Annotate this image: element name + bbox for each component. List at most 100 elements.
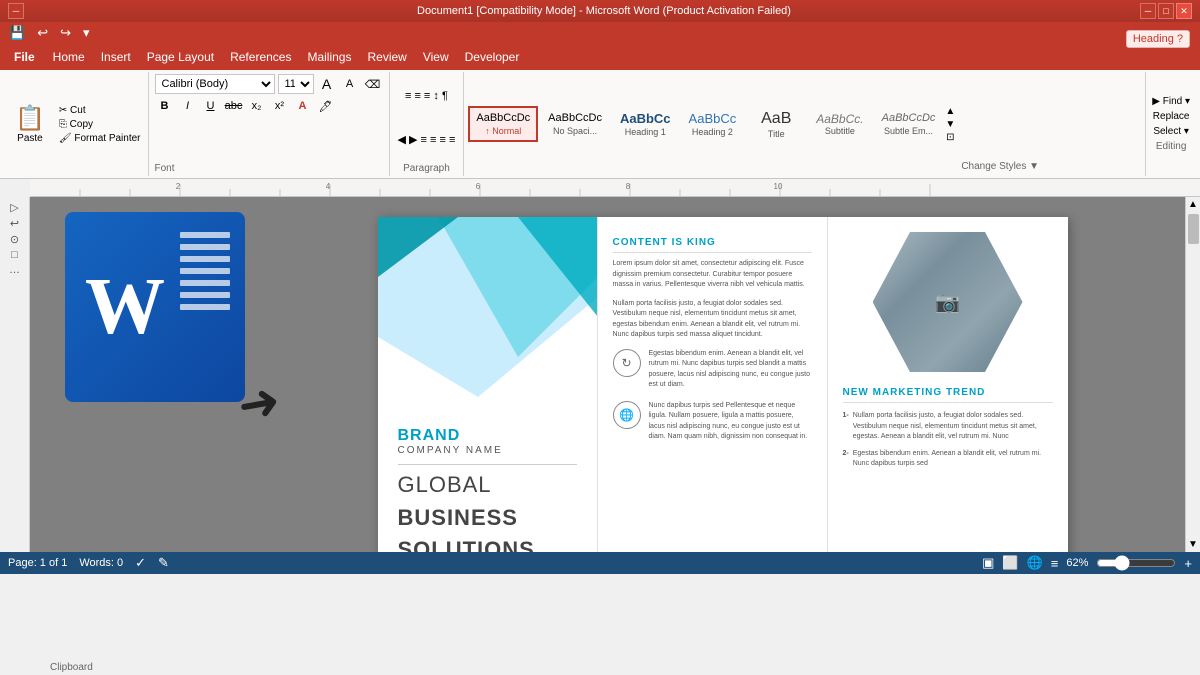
references-menu[interactable]: References — [222, 46, 299, 68]
style-normal[interactable]: AaBbCcDc ↑ Normal — [468, 106, 538, 141]
underline-btn[interactable]: U — [201, 96, 221, 116]
company-name: COMPANY NAME — [398, 445, 577, 456]
scroll-up-btn[interactable]: ▲ — [1188, 199, 1198, 210]
zoom-slider[interactable] — [1096, 558, 1176, 568]
left-panel-geo-top — [378, 217, 598, 417]
brochure-left-panel: BRAND COMPANY NAME GLOBAL BUSINESS SOLUT… — [378, 217, 598, 552]
paragraph-group: ≡ ≡ ≡ ↕ ¶ ◀ ▶ ≡ ≡ ≡ ≡ Paragraph — [390, 72, 465, 176]
mailings-menu[interactable]: Mailings — [299, 46, 359, 68]
view-fullscreen-btn[interactable]: ⬜ — [1002, 555, 1018, 571]
zoom-level: 62% — [1066, 557, 1088, 569]
minimize-window-btn[interactable]: ─ — [1140, 3, 1156, 19]
bold-btn[interactable]: B — [155, 96, 175, 116]
proofing-icon[interactable]: ✓ — [135, 555, 146, 571]
style-heading1[interactable]: AaBbCc Heading 1 — [612, 105, 679, 143]
shrink-font-btn[interactable]: A — [340, 74, 360, 94]
view-web-btn[interactable]: 🌐 — [1027, 555, 1043, 571]
feature-row-1: ↻ Egestas bibendum enim. Aenean a blandi… — [613, 349, 812, 391]
select-btn[interactable]: Select ▾ — [1153, 126, 1189, 137]
minimize-btn[interactable]: ─ — [8, 3, 24, 19]
style-heading2[interactable]: AaBbCc Heading 2 — [681, 105, 745, 143]
view-draft-btn[interactable]: ≡ — [1051, 556, 1059, 571]
left-sidebar-icon2[interactable]: ↩ — [10, 217, 19, 230]
subscript-btn[interactable]: x₂ — [247, 96, 267, 116]
marketing-divider — [843, 402, 1053, 403]
headline-global: GLOBAL — [398, 473, 577, 497]
right-scrollbar[interactable]: ▲ ▼ — [1185, 197, 1200, 552]
view-print-btn[interactable]: ▣ — [982, 555, 994, 571]
style-title[interactable]: AaB Title — [746, 103, 806, 144]
brochure-right-panel: 📷 NEW MARKETING TREND 1- Nullam porta fa… — [828, 217, 1068, 552]
status-bar: Page: 1 of 1 Words: 0 ✓ ✎ ▣ ⬜ 🌐 ≡ 62% + — [0, 552, 1200, 574]
home-menu[interactable]: Home — [45, 46, 93, 68]
page-layout-menu[interactable]: Page Layout — [139, 46, 222, 68]
view-menu[interactable]: View — [415, 46, 457, 68]
font-family-select[interactable]: Calibri (Body) — [155, 74, 275, 94]
svg-text:4: 4 — [326, 182, 331, 191]
hex-image: 📷 — [873, 232, 1023, 372]
style-scroll-up[interactable]: ▲ — [945, 106, 955, 117]
word-logo-overlay: W ➜ — [65, 212, 265, 412]
format-painter-btn[interactable]: 🖌 Format Painter — [56, 132, 144, 145]
paste-btn[interactable]: 📋 Paste — [8, 74, 52, 174]
superscript-btn[interactable]: x² — [270, 96, 290, 116]
content-para1: Lorem ipsum dolor sit amet, consectetur … — [613, 259, 812, 291]
content-divider — [613, 252, 812, 253]
customize-qa-btn[interactable]: ▾ — [80, 24, 93, 42]
developer-menu[interactable]: Developer — [457, 46, 528, 68]
zoom-in-btn[interactable]: + — [1184, 556, 1192, 571]
save-btn[interactable]: 💾 — [6, 24, 28, 42]
content-para2: Nullam porta facilisis justo, a feugiat … — [613, 299, 812, 341]
copy-btn[interactable]: ⎘ Copy — [56, 118, 144, 131]
content-section-title: CONTENT IS KING — [613, 237, 812, 248]
style-subtitle[interactable]: AaBbCc. Subtitle — [808, 106, 871, 142]
svg-text:2: 2 — [176, 182, 181, 191]
doc-area: ▷ ↩ ⊙ □ … W ➜ — [0, 197, 1200, 552]
file-menu[interactable]: File — [4, 46, 45, 68]
redo-btn[interactable]: ↪ — [57, 24, 74, 42]
strikethrough-btn[interactable]: abc — [224, 96, 244, 116]
review-menu[interactable]: Review — [359, 46, 414, 68]
text-color-btn[interactable]: A — [293, 96, 313, 116]
replace-btn[interactable]: Replace — [1153, 111, 1190, 122]
svg-text:10: 10 — [774, 182, 783, 191]
highlight-btn[interactable]: 🖊 — [316, 96, 336, 116]
scroll-down-btn[interactable]: ▼ — [1188, 539, 1198, 550]
brand-name: BRAND — [398, 427, 577, 445]
insert-menu[interactable]: Insert — [93, 46, 139, 68]
find-btn[interactable]: ▶ Find ▾ — [1152, 96, 1190, 107]
left-sidebar-icon4[interactable]: □ — [11, 249, 18, 261]
feature-icon-2: 🌐 — [613, 401, 641, 429]
paragraph-label: Paragraph — [403, 161, 450, 174]
style-no-spacing[interactable]: AaBbCcDc No Spaci... — [540, 106, 610, 141]
svg-text:6: 6 — [476, 182, 481, 191]
doc-canvas: W ➜ — [30, 197, 1185, 552]
page-status: Page: 1 of 1 — [8, 557, 67, 569]
font-size-select[interactable]: 11 — [278, 74, 314, 94]
maximize-window-btn[interactable]: □ — [1158, 3, 1174, 19]
brand-divider — [398, 464, 577, 465]
scroll-thumb[interactable] — [1188, 214, 1199, 244]
change-styles-btn[interactable]: ⊡ — [946, 132, 954, 143]
menu-bar: File Home Insert Page Layout References … — [0, 44, 1200, 70]
clear-format-btn[interactable]: ⌫ — [363, 74, 383, 94]
headline-solutions: SOLUTIONS — [398, 538, 577, 552]
svg-text:8: 8 — [626, 182, 631, 191]
grow-font-btn[interactable]: A — [317, 74, 337, 94]
track-icon[interactable]: ✎ — [158, 555, 169, 571]
close-window-btn[interactable]: ✕ — [1176, 3, 1192, 19]
undo-btn[interactable]: ↩ — [34, 24, 51, 42]
title-bar-text: Document1 [Compatibility Mode] - Microso… — [68, 5, 1140, 17]
left-sidebar-icon5[interactable]: … — [9, 264, 20, 276]
top-toolbar: 💾 ↩ ↪ ▾ — [0, 22, 1200, 44]
feature-text-1: Egestas bibendum enim. Aenean a blandit … — [649, 349, 812, 391]
word-w-letter: W — [85, 262, 165, 353]
left-sidebar-icon3[interactable]: ⊙ — [10, 233, 19, 246]
style-scroll-down[interactable]: ▼ — [945, 119, 955, 130]
style-subtle-em[interactable]: AaBbCcDc Subtle Em... — [874, 106, 944, 141]
change-styles-label-btn[interactable]: Change Styles ▼ — [961, 161, 1039, 172]
left-sidebar-icon1[interactable]: ▷ — [10, 201, 18, 214]
feature-text-2: Nunc dapibus turpis sed Pellentesque et … — [649, 401, 812, 443]
cut-btn[interactable]: ✂ Cut — [56, 104, 144, 117]
italic-btn[interactable]: I — [178, 96, 198, 116]
